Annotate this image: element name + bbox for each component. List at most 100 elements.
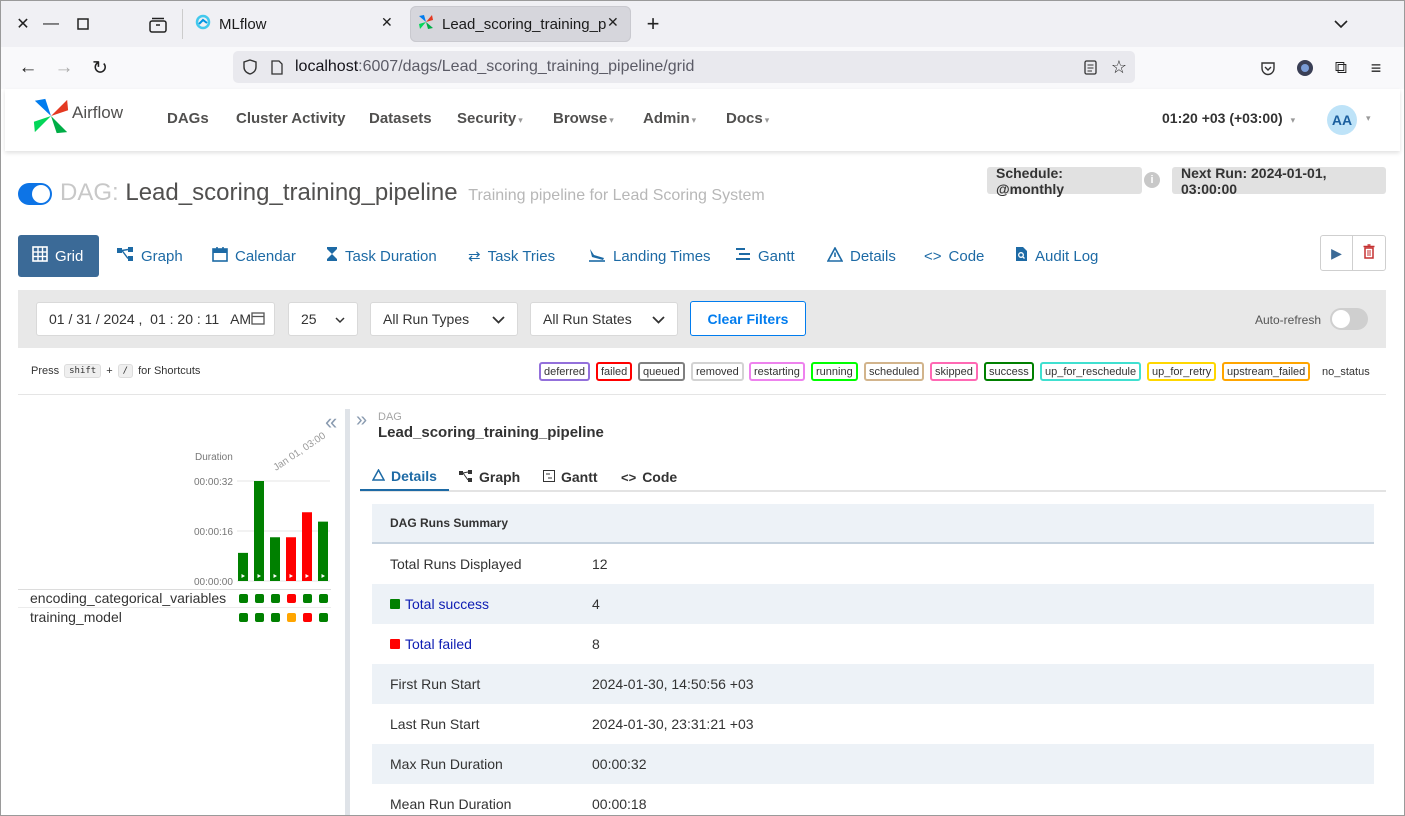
task-instance-square[interactable] bbox=[238, 594, 248, 603]
delete-dag-button[interactable] bbox=[1353, 236, 1385, 270]
legend-item-running[interactable]: running bbox=[811, 362, 858, 381]
task-name[interactable]: training_model bbox=[30, 609, 122, 625]
legend-item-skipped[interactable]: skipped bbox=[930, 362, 978, 381]
menu-browse[interactable]: Browse ▾ bbox=[553, 110, 614, 127]
details-tab-gantt[interactable]: Gantt bbox=[531, 463, 610, 491]
legend-item-up-for-reschedule[interactable]: up_for_reschedule bbox=[1040, 362, 1142, 381]
details-tab-details[interactable]: Details bbox=[360, 463, 449, 491]
tab-code[interactable]: <> Code bbox=[910, 235, 1000, 277]
tab-manager-icon[interactable] bbox=[147, 14, 169, 36]
tab-graph[interactable]: Graph bbox=[102, 235, 199, 277]
run-state-select[interactable]: All Run States bbox=[530, 302, 678, 336]
legend-item-queued[interactable]: queued bbox=[638, 362, 685, 381]
tab-task-duration[interactable]: Task Duration bbox=[312, 235, 453, 277]
profile-icon[interactable] bbox=[1294, 57, 1316, 79]
menu-icon[interactable]: ≡ bbox=[1365, 57, 1387, 79]
legend-item-scheduled[interactable]: scheduled bbox=[864, 362, 925, 381]
run-type-select[interactable]: All Run Types bbox=[370, 302, 518, 336]
task-name[interactable]: encoding_categorical_variables bbox=[30, 590, 226, 606]
legend-item-restarting[interactable]: restarting bbox=[749, 362, 805, 381]
menu-cluster-activity[interactable]: Cluster Activity bbox=[236, 110, 345, 127]
calendar-icon[interactable] bbox=[251, 311, 265, 328]
minimize-icon[interactable]: — bbox=[41, 14, 61, 34]
task-instance-square[interactable] bbox=[254, 613, 264, 622]
shortcut-suffix: for Shortcuts bbox=[138, 365, 201, 377]
menu-docs[interactable]: Docs ▾ bbox=[726, 110, 769, 127]
info-icon[interactable]: i bbox=[1144, 172, 1160, 188]
duration-bar[interactable] bbox=[254, 481, 264, 581]
duration-bar[interactable] bbox=[270, 537, 280, 581]
base-date-input[interactable]: 01 / 31 / 2024 , 01 : 20 : 11 AM bbox=[36, 302, 275, 336]
menu-admin[interactable]: Admin ▾ bbox=[643, 110, 696, 127]
task-instance-square[interactable] bbox=[318, 594, 328, 603]
maximize-icon[interactable] bbox=[73, 14, 93, 34]
details-tab-code[interactable]: <> Code bbox=[609, 463, 689, 491]
details-tab-graph[interactable]: Graph bbox=[447, 463, 532, 491]
panel-resizer[interactable] bbox=[345, 409, 350, 815]
duration-bar[interactable] bbox=[286, 537, 296, 581]
shield-icon[interactable] bbox=[241, 58, 259, 76]
extensions-icon[interactable]: ⧉ bbox=[1330, 57, 1352, 79]
caret-down-icon[interactable]: ▾ bbox=[1366, 113, 1371, 124]
close-window-icon[interactable]: ✕ bbox=[13, 14, 33, 34]
total-success-link[interactable]: Total success bbox=[405, 596, 489, 612]
forward-icon[interactable]: → bbox=[53, 57, 75, 79]
new-tab-icon[interactable]: + bbox=[642, 11, 664, 36]
next-run-badge[interactable]: Next Run: 2024-01-01, 03:00:00 bbox=[1172, 165, 1386, 197]
back-icon[interactable]: ← bbox=[17, 57, 39, 79]
legend-item-no-status[interactable]: no_status bbox=[1317, 362, 1375, 381]
user-avatar[interactable]: AA bbox=[1327, 105, 1357, 135]
menu-dags[interactable]: DAGs bbox=[167, 110, 209, 127]
schedule-badge[interactable]: Schedule: @monthly bbox=[987, 165, 1142, 197]
clear-filters-button[interactable]: Clear Filters bbox=[690, 301, 806, 336]
expand-details-icon[interactable]: » bbox=[356, 409, 367, 432]
legend-item-up-for-retry[interactable]: up_for_retry bbox=[1147, 362, 1217, 381]
tab-task-tries[interactable]: ⇄ Task Tries bbox=[454, 235, 571, 277]
tab-landing-times[interactable]: Landing Times bbox=[574, 235, 727, 277]
task-instance-square[interactable] bbox=[238, 613, 248, 622]
page-icon[interactable] bbox=[268, 58, 286, 76]
task-instance-square[interactable] bbox=[302, 613, 312, 622]
task-instance-square[interactable] bbox=[302, 594, 312, 603]
bookmark-star-icon[interactable]: ☆ bbox=[1109, 57, 1129, 77]
close-tab-icon[interactable]: ✕ bbox=[381, 14, 393, 31]
task-instance-square[interactable] bbox=[286, 613, 296, 622]
table-row: Total Runs Displayed 12 bbox=[372, 544, 1374, 584]
task-instance-square[interactable] bbox=[318, 613, 328, 622]
url-path: :6007/dags/Lead_scoring_training_pipelin… bbox=[358, 58, 695, 75]
legend-item-removed[interactable]: removed bbox=[691, 362, 744, 381]
reload-icon[interactable]: ↻ bbox=[89, 57, 111, 79]
legend-item-upstream-failed[interactable]: upstream_failed bbox=[1222, 362, 1311, 381]
task-instance-square[interactable] bbox=[254, 594, 264, 603]
close-tab-icon[interactable]: ✕ bbox=[607, 14, 619, 31]
reader-view-icon[interactable] bbox=[1081, 58, 1099, 76]
airflow-logo[interactable]: Airflow bbox=[32, 97, 123, 135]
tab-gantt[interactable]: Gantt bbox=[721, 235, 811, 277]
url-text[interactable]: localhost:6007/dags/Lead_scoring_trainin… bbox=[295, 58, 694, 76]
list-tabs-icon[interactable] bbox=[1331, 14, 1351, 34]
duration-bar[interactable] bbox=[318, 521, 328, 581]
dag-pause-toggle[interactable] bbox=[18, 183, 52, 205]
timezone-clock[interactable]: 01:20 +03 (+03:00) ▾ bbox=[1162, 110, 1295, 126]
menu-security[interactable]: Security ▾ bbox=[457, 110, 523, 127]
tab-details[interactable]: Details bbox=[813, 235, 912, 277]
legend-item-deferred[interactable]: deferred bbox=[539, 362, 590, 381]
legend-item-success[interactable]: success bbox=[984, 362, 1034, 381]
tab-calendar[interactable]: Calendar bbox=[198, 235, 312, 277]
trigger-dag-button[interactable]: ▶ bbox=[1321, 236, 1354, 270]
duration-bar[interactable] bbox=[302, 512, 312, 581]
legend-item-failed[interactable]: failed bbox=[596, 362, 633, 381]
task-instance-square[interactable] bbox=[286, 594, 296, 603]
tab-audit-log[interactable]: Audit Log bbox=[1001, 235, 1114, 277]
num-runs-select[interactable]: 25 bbox=[288, 302, 358, 336]
total-failed-link[interactable]: Total failed bbox=[405, 636, 472, 652]
menu-datasets[interactable]: Datasets bbox=[369, 110, 432, 127]
task-instance-square[interactable] bbox=[270, 594, 280, 603]
auto-refresh-toggle[interactable] bbox=[1330, 308, 1368, 330]
tab-mlflow[interactable]: MLflow ✕ bbox=[187, 6, 405, 42]
url-bar[interactable]: localhost:6007/dags/Lead_scoring_trainin… bbox=[233, 51, 1135, 83]
tab-grid[interactable]: Grid bbox=[18, 235, 100, 277]
pocket-icon[interactable] bbox=[1257, 57, 1279, 79]
tab-airflow[interactable]: Lead_scoring_training_pipeline ✕ bbox=[410, 6, 631, 42]
task-instance-square[interactable] bbox=[270, 613, 280, 622]
